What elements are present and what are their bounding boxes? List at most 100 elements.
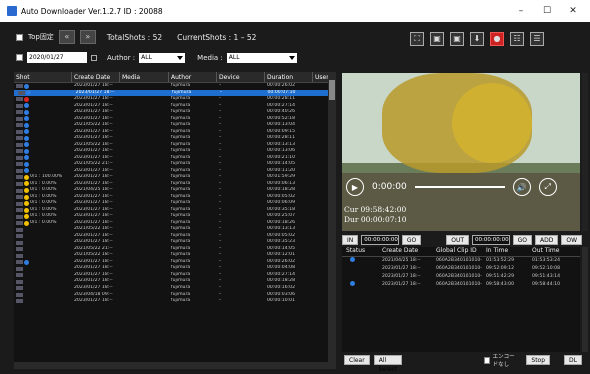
grid-view-icon[interactable]: ☷ [510,32,524,46]
thumbnail-icon [16,247,23,252]
ow-button[interactable]: OW [561,235,582,245]
window-title: Auto Downloader Ver.1.2.7 ID : 20088 [21,6,163,16]
clip-list: Status Create Date Global Clip ID In Tim… [342,247,580,352]
clip-row[interactable]: 2023/01/27 18:-- 060A2B340101010--- 09:52:… [342,265,580,273]
status-icon [24,220,29,226]
thumbnail-icon [16,129,23,134]
clip-list-vscroll[interactable] [582,247,588,352]
create-date-cell: 2023/01/27 18:-- [74,298,113,304]
shot-progress: 0/1 : 0.00% [30,187,57,193]
fit-screen-icon[interactable]: ⛶ [410,32,424,46]
shot-table-hscroll[interactable] [14,362,336,369]
fullscreen-icon[interactable]: ⤢ [538,178,557,196]
shot-progress: 0/1 : 0.00% [30,213,57,219]
status-icon [24,103,29,109]
out-go-button[interactable]: GO [512,235,532,245]
no-encode-checkbox[interactable] [484,356,490,364]
col-global-clip-id[interactable]: Global Clip ID [432,247,482,256]
author-label: Author : [107,53,136,62]
thumbnail-icon [16,208,23,213]
media-select[interactable]: ALL [226,52,297,63]
clip-row[interactable]: 2021/04/25 18:-- 060A2B340101010--- 01:53:… [342,257,580,265]
volume-icon[interactable]: 🔊 [512,178,531,196]
in-button[interactable]: IN [342,235,359,245]
thumbnail-icon [16,97,23,102]
out-button[interactable]: OUT [446,235,470,245]
shot-progress: 0/1 : 0.00% [30,219,57,225]
dl-button[interactable]: DL [564,355,582,365]
col-media[interactable]: Media [120,72,169,82]
stop-button[interactable]: Stop [526,355,551,365]
shot-table-vscroll[interactable] [328,72,336,362]
clip-row[interactable]: 2023/01/27 18:-- 060A2B340101010--- 09:51:… [342,273,580,281]
clip-date-cell: 2021/04/25 18:-- [382,258,421,263]
table-row[interactable]: 2023/01/27 18:-- fujimura – 00:00:10:01 [14,298,336,305]
thumbnail-icon [16,188,23,193]
clip-out-cell: 09:58:44:10 [532,282,561,287]
author-select[interactable]: ALL [139,52,186,63]
in-time-field[interactable]: 00:00:00:00 [361,235,399,245]
thumbnail-icon [16,260,23,265]
thumbnail-icon [16,299,23,304]
bottom-bar: Clear All Select エンコードなし Stop DL [342,354,582,373]
prev-page-button[interactable]: « [58,30,75,44]
all-select-button[interactable]: All Select [373,355,403,373]
seek-bar[interactable] [414,186,505,188]
date-field[interactable]: 2020/01/27 [27,52,87,63]
device-cell: – [219,89,223,95]
in-out-bar: IN 00:00:00:00 GO OUT 00:00:00:00 GO ADD… [342,234,582,246]
col-in-time[interactable]: In Time [482,247,528,256]
thumbnail-icon [16,123,23,128]
record-icon[interactable]: ● [490,32,504,46]
col-out-time[interactable]: Out Time [528,247,580,256]
thumbnail-icon [16,162,23,167]
clip-row[interactable]: 2023/01/27 18:-- 060A2B340101010--- 09:58:… [342,281,580,289]
clear-button[interactable]: Clear [344,355,370,365]
player-vscroll[interactable] [582,73,588,231]
status-icon [24,135,29,141]
clip-status-cell [342,273,378,281]
clip-in-cell: 09:58:43:00 [486,282,515,287]
out-time-field[interactable]: 00:00:00:00 [472,235,510,245]
option-icon-1[interactable]: ▣ [430,32,444,46]
col-shot[interactable]: Shot [14,72,72,82]
table-row[interactable]: 2023/01/27 18:-- fujimura – 00:00:07:10 [14,89,336,97]
app-icon [7,6,17,16]
col-device[interactable]: Device [217,72,265,82]
next-page-button[interactable]: » [79,30,96,44]
thumbnail-icon [16,103,23,108]
col-clip-create-date[interactable]: Create Date [378,247,432,256]
clip-in-cell: 09:51:42:29 [486,274,515,279]
col-author[interactable]: Author [169,72,217,82]
option-icon-2[interactable]: ▣ [450,32,464,46]
list-view-icon[interactable]: ☰ [530,32,544,46]
duration-cell: 00:00:07:10 [267,89,296,95]
col-create-date[interactable]: Create Date [72,72,120,82]
clip-out-cell: 09:51:43:14 [532,274,561,279]
video-player[interactable]: ▶ 0:00:00 🔊 ⤢ Cur 09:58:42:00 Dur 00:00:… [342,73,580,231]
status-icon [24,214,29,220]
calendar-icon[interactable] [91,54,97,61]
minimize-button[interactable]: – [508,0,534,22]
status-icon [24,116,29,122]
shot-progress: 0/1 : 0.00% [30,206,57,212]
status-icon [24,207,29,213]
play-icon[interactable]: ▶ [346,178,364,196]
date-filter-checkbox[interactable] [16,54,23,61]
clip-date-cell: 2023/01/27 18:-- [382,274,421,279]
top-fixed-checkbox[interactable] [16,33,23,41]
col-status[interactable]: Status [342,247,378,256]
thumbnail-icon [16,155,23,160]
close-button[interactable]: ✕ [560,0,586,22]
status-icon [24,83,29,89]
thumbnail-icon [16,84,23,89]
media-select-value: ALL [228,53,240,61]
maximize-button[interactable]: ☐ [534,0,560,22]
add-button[interactable]: ADD [534,235,559,245]
col-duration[interactable]: Duration [265,72,313,82]
download-icon[interactable]: ⬇ [470,32,484,46]
toolbar: Top固定 « » TotalShots : 52 CurrentShots :… [0,22,590,72]
clip-list-body: 2021/04/25 18:-- 060A2B340101010--- 01:53:… [342,257,580,289]
in-go-button[interactable]: GO [401,235,422,245]
media-label: Media : [197,53,223,62]
